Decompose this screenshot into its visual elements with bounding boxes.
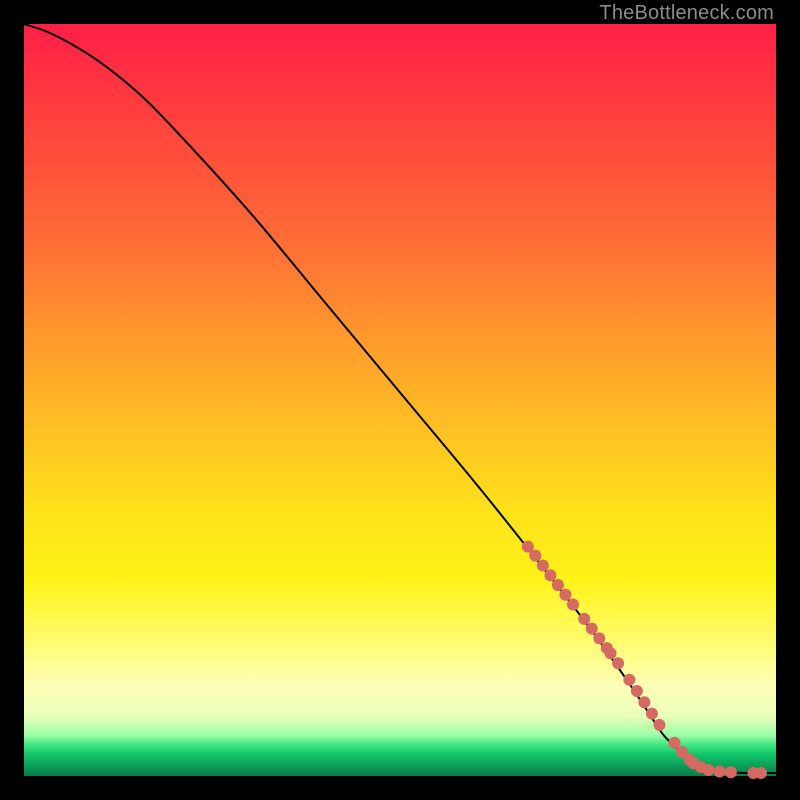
watermark-text: TheBottleneck.com	[599, 2, 774, 25]
highlight-dot	[653, 719, 665, 731]
chart-frame: TheBottleneck.com	[0, 0, 800, 800]
highlight-dot	[702, 764, 714, 776]
highlight-dot	[612, 657, 624, 669]
highlight-dot	[567, 599, 579, 611]
highlight-dot	[593, 632, 605, 644]
highlight-dot	[586, 623, 598, 635]
highlight-dot	[623, 674, 635, 686]
chart-overlay	[24, 24, 776, 776]
highlight-dot	[638, 696, 650, 708]
highlight-dot	[714, 765, 726, 777]
highlight-dot	[529, 550, 541, 562]
highlight-dot	[725, 766, 737, 778]
curve-path	[24, 24, 776, 773]
highlight-dot	[755, 767, 767, 779]
highlight-dot	[631, 685, 643, 697]
dots-group	[522, 541, 767, 779]
highlight-dot	[544, 569, 556, 581]
highlight-dot	[552, 579, 564, 591]
highlight-dot	[605, 647, 617, 659]
highlight-dot	[537, 559, 549, 571]
highlight-dot	[559, 589, 571, 601]
highlight-dot	[646, 708, 658, 720]
highlight-dot	[578, 613, 590, 625]
